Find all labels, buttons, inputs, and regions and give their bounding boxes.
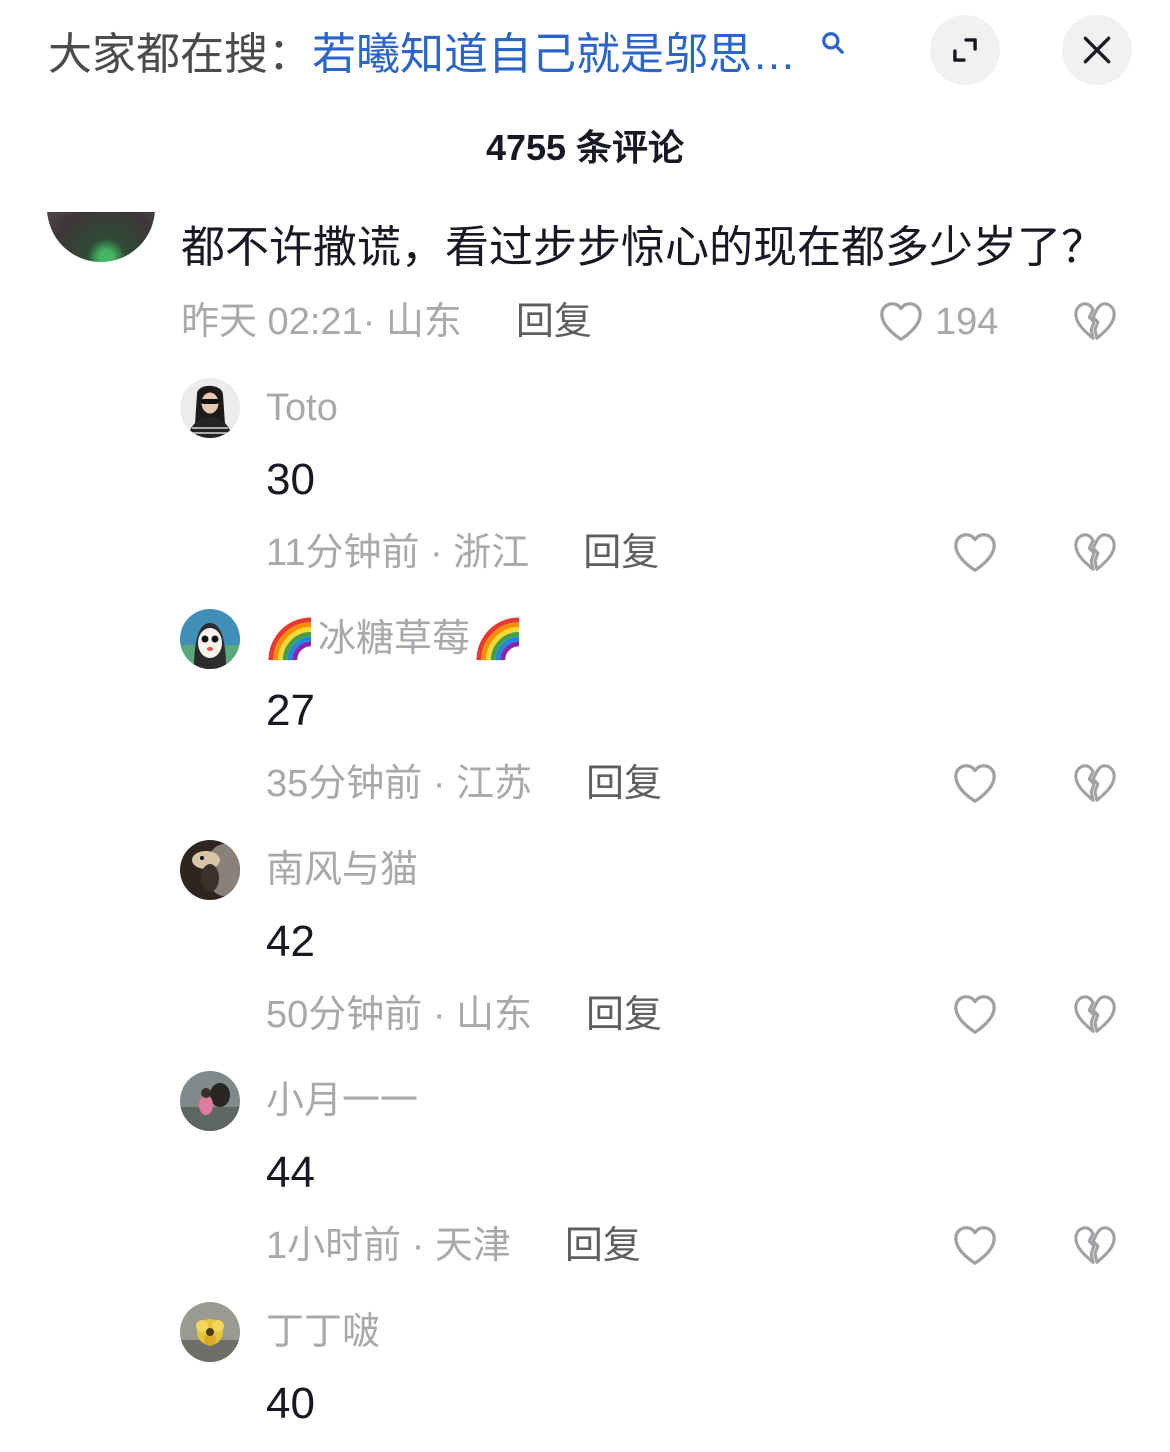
- avatar-photo: [180, 609, 240, 669]
- reply-text: 42: [266, 917, 315, 966]
- reply-item: 丁丁啵 40: [0, 1302, 1170, 1434]
- like-button[interactable]: [952, 762, 998, 806]
- reply-author-name-text: 冰糖草莓: [318, 618, 471, 660]
- avatar-photo: [180, 840, 240, 900]
- reply-meta-row: 11分钟前 · 浙江 回复: [266, 528, 659, 578]
- comment-list[interactable]: 都不许撒谎，看过步步惊心的现在都多少岁了？ 昨天 02:21· 山东 回复 19…: [0, 212, 1170, 1452]
- like-button[interactable]: [952, 1224, 998, 1268]
- reply-time-location: 11分钟前 · 浙江: [266, 532, 530, 574]
- expand-icon: [953, 38, 977, 62]
- avatar[interactable]: [180, 840, 240, 900]
- comment-text: 都不许撒谎，看过步步惊心的现在都多少岁了？: [181, 223, 1105, 272]
- comment-item: 都不许撒谎，看过步步惊心的现在都多少岁了？ 昨天 02:21· 山东 回复 19…: [0, 212, 1170, 352]
- avatar-photo: [180, 1071, 240, 1131]
- reply-button[interactable]: 回复: [583, 528, 659, 578]
- trending-search-bar[interactable]: 大家都在搜： 若曦知道自己就是邬思…: [48, 22, 846, 79]
- broken-heart-icon: [1074, 302, 1116, 340]
- dislike-button[interactable]: [1072, 531, 1118, 575]
- reply-item: 冰糖草莓 27 35分钟前 · 江苏 回复: [0, 609, 1170, 809]
- reply-author-name[interactable]: Toto: [266, 384, 338, 432]
- reply-text: 27: [266, 686, 315, 735]
- reply-meta-row: 50分钟前 · 山东 回复: [266, 990, 662, 1040]
- reply-text: 44: [266, 1148, 315, 1197]
- expand-button[interactable]: [930, 15, 1000, 85]
- comment-meta-row: 昨天 02:21· 山东 回复: [181, 297, 592, 347]
- heart-icon: [954, 533, 996, 572]
- reply-item: 小月一一 44 1小时前 · 天津 回复: [0, 1071, 1170, 1271]
- reply-text: 40: [266, 1379, 315, 1428]
- avatar[interactable]: [180, 378, 240, 438]
- reply-author-name[interactable]: 南风与猫: [266, 846, 418, 894]
- broken-heart-icon: [1074, 1226, 1116, 1264]
- reply-button[interactable]: 回复: [565, 1221, 641, 1271]
- reply-author-name[interactable]: 小月一一: [266, 1077, 418, 1125]
- reply-item: 南风与猫 42 50分钟前 · 山东 回复: [0, 840, 1170, 1040]
- heart-icon: [880, 302, 922, 341]
- reply-author-name[interactable]: 丁丁啵: [266, 1308, 380, 1356]
- dislike-button[interactable]: [1072, 993, 1118, 1037]
- rainbow-icon: [268, 617, 312, 661]
- avatar-photo: [180, 378, 240, 438]
- trending-search-query[interactable]: 若曦知道自己就是邬思…: [312, 18, 796, 82]
- like-button[interactable]: [878, 300, 924, 344]
- heart-icon: [954, 764, 996, 803]
- avatar[interactable]: [180, 609, 240, 669]
- broken-heart-icon: [1074, 533, 1116, 571]
- top-bar: 大家都在搜： 若曦知道自己就是邬思…: [0, 0, 1170, 104]
- like-count: 194: [935, 301, 999, 343]
- reply-time-location: 35分钟前 · 江苏: [266, 763, 533, 805]
- reply-item: Toto 30 11分钟前 · 浙江 回复: [0, 378, 1170, 578]
- avatar[interactable]: [47, 212, 155, 262]
- dislike-button[interactable]: [1072, 762, 1118, 806]
- heart-icon: [954, 1226, 996, 1265]
- reply-meta-row: 35分钟前 · 江苏 回复: [266, 759, 662, 809]
- reply-text: 30: [266, 455, 315, 504]
- avatar[interactable]: [180, 1071, 240, 1131]
- like-button[interactable]: [952, 993, 998, 1037]
- reply-button[interactable]: 回复: [516, 297, 592, 347]
- avatar[interactable]: [180, 1302, 240, 1362]
- like-button[interactable]: [952, 531, 998, 575]
- reply-author-name[interactable]: 冰糖草莓: [266, 615, 522, 663]
- heart-icon: [954, 995, 996, 1034]
- reply-button[interactable]: 回复: [586, 990, 662, 1040]
- comment-count-title: 4755 条评论: [485, 127, 685, 168]
- rainbow-icon: [476, 617, 520, 661]
- broken-heart-icon: [1074, 764, 1116, 802]
- avatar-photo: [180, 1302, 240, 1362]
- dislike-button[interactable]: [1072, 1224, 1118, 1268]
- broken-heart-icon: [1074, 995, 1116, 1033]
- close-button[interactable]: [1062, 15, 1132, 85]
- reply-time-location: 1小时前 · 天津: [266, 1225, 511, 1267]
- reply-meta-row: 1小时前 · 天津 回复: [266, 1221, 641, 1271]
- trending-search-prefix: 大家都在搜：: [48, 30, 312, 79]
- search-icon[interactable]: [820, 30, 846, 56]
- reply-button[interactable]: 回复: [586, 759, 662, 809]
- close-icon: [1083, 36, 1111, 64]
- dislike-button[interactable]: [1072, 300, 1118, 344]
- comment-time-location: 昨天 02:21· 山东: [181, 301, 462, 343]
- reply-time-location: 50分钟前 · 山东: [266, 994, 533, 1036]
